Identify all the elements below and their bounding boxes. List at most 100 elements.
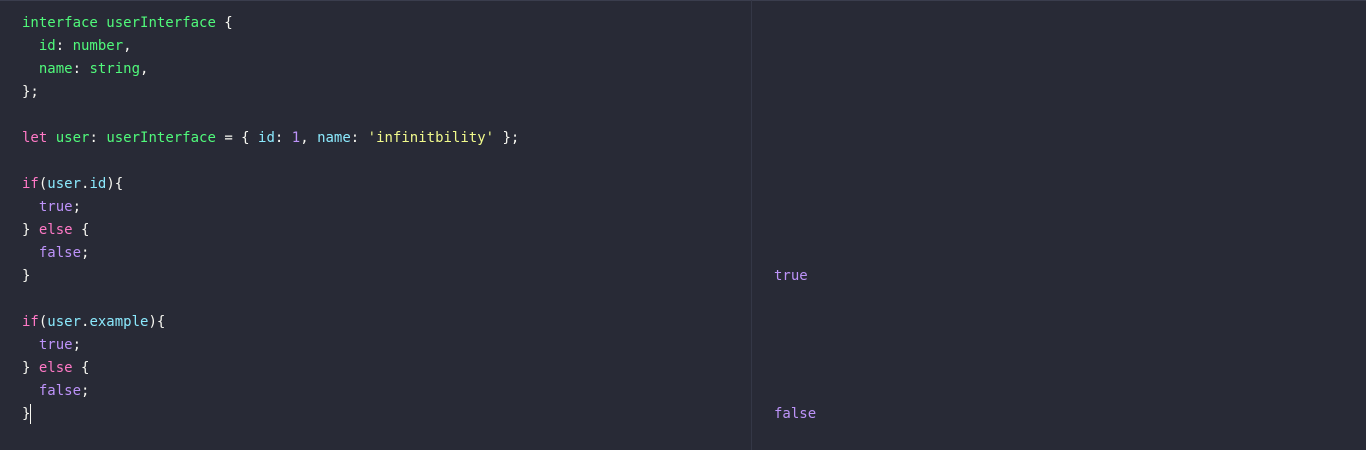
- code-line[interactable]: }: [22, 403, 519, 426]
- output-line: [774, 35, 816, 58]
- code-token: else: [38, 222, 73, 238]
- code-token: ,: [123, 38, 132, 54]
- output-line: [774, 12, 816, 35]
- code-line[interactable]: name: string,: [22, 58, 519, 81]
- code-line[interactable]: } else {: [22, 219, 519, 242]
- output-line: false: [774, 403, 816, 426]
- code-token: id: [258, 130, 275, 146]
- code-token: user: [47, 314, 82, 330]
- code-line[interactable]: true;: [22, 334, 519, 357]
- output-lines: true false: [774, 12, 816, 426]
- code-token: id: [89, 176, 107, 192]
- code-token: :: [350, 130, 368, 146]
- code-token: {: [72, 222, 90, 238]
- code-line[interactable]: }: [22, 265, 519, 288]
- output-pane: true false: [752, 0, 1366, 450]
- code-token: true: [38, 199, 73, 215]
- output-line: true: [774, 265, 816, 288]
- code-token: 'infinitbility': [367, 130, 495, 146]
- code-line[interactable]: interface userInterface {: [22, 12, 519, 35]
- code-lines[interactable]: interface userInterface { id: number, na…: [22, 12, 519, 426]
- code-token: {: [215, 15, 233, 31]
- code-playground: interface userInterface { id: number, na…: [0, 0, 1366, 450]
- code-token: let: [22, 130, 48, 146]
- output-line: [774, 242, 816, 265]
- code-line[interactable]: true;: [22, 196, 519, 219]
- code-line[interactable]: [22, 150, 519, 173]
- code-token: if: [22, 314, 39, 330]
- code-token: else: [38, 360, 73, 376]
- code-line[interactable]: } else {: [22, 357, 519, 380]
- output-line: [774, 311, 816, 334]
- code-token: userInterface: [106, 130, 216, 146]
- code-token: :: [72, 61, 90, 77]
- code-token: user: [47, 176, 82, 192]
- output-line: [774, 357, 816, 380]
- code-token: };: [494, 130, 520, 146]
- code-line[interactable]: let user: userInterface = { id: 1, name:…: [22, 127, 519, 150]
- code-token: number: [72, 38, 124, 54]
- code-token: }: [22, 406, 31, 422]
- code-token: ){: [106, 176, 124, 192]
- code-editor[interactable]: interface userInterface { id: number, na…: [0, 0, 751, 450]
- code-token: ,: [140, 61, 149, 77]
- output-line: [774, 219, 816, 242]
- code-token: }: [22, 268, 31, 284]
- output-line: [774, 334, 816, 357]
- code-token: string: [89, 61, 141, 77]
- code-token: false: [38, 245, 82, 261]
- code-token: example: [89, 314, 149, 330]
- output-line: [774, 81, 816, 104]
- code-token: ;: [72, 199, 82, 215]
- output-value: false: [774, 406, 817, 422]
- output-line: [774, 104, 816, 127]
- code-token: name: [317, 130, 351, 146]
- code-token: id: [38, 38, 56, 54]
- code-token: ;: [81, 245, 90, 261]
- code-line[interactable]: false;: [22, 380, 519, 403]
- code-token: false: [38, 383, 82, 399]
- code-token: ;: [72, 337, 82, 353]
- output-value: true: [774, 268, 808, 284]
- code-line[interactable]: id: number,: [22, 35, 519, 58]
- code-token: name: [38, 61, 73, 77]
- code-line[interactable]: [22, 288, 519, 311]
- code-token: 1: [291, 130, 301, 146]
- output-line: [774, 380, 816, 403]
- code-line[interactable]: if(user.example){: [22, 311, 519, 334]
- code-token: true: [38, 337, 73, 353]
- code-token: {: [72, 360, 90, 376]
- output-line: [774, 196, 816, 219]
- code-token: = {: [215, 130, 259, 146]
- output-line: [774, 288, 816, 311]
- code-token: ,: [300, 130, 318, 146]
- code-token: }: [22, 222, 39, 238]
- code-token: if: [22, 176, 39, 192]
- code-line[interactable]: };: [22, 81, 519, 104]
- code-token: interface: [22, 15, 98, 31]
- code-token: ){: [148, 314, 166, 330]
- code-token: :: [55, 38, 73, 54]
- output-line: [774, 150, 816, 173]
- code-token: user: [55, 130, 90, 146]
- text-cursor: [30, 404, 32, 424]
- code-token: ;: [81, 383, 90, 399]
- output-line: [774, 58, 816, 81]
- code-token: userInterface: [106, 15, 216, 31]
- output-line: [774, 127, 816, 150]
- code-token: };: [22, 84, 39, 100]
- code-line[interactable]: if(user.id){: [22, 173, 519, 196]
- code-token: }: [22, 360, 39, 376]
- code-token: :: [274, 130, 292, 146]
- code-line[interactable]: [22, 104, 519, 127]
- output-line: [774, 173, 816, 196]
- code-token: :: [89, 130, 107, 146]
- code-line[interactable]: false;: [22, 242, 519, 265]
